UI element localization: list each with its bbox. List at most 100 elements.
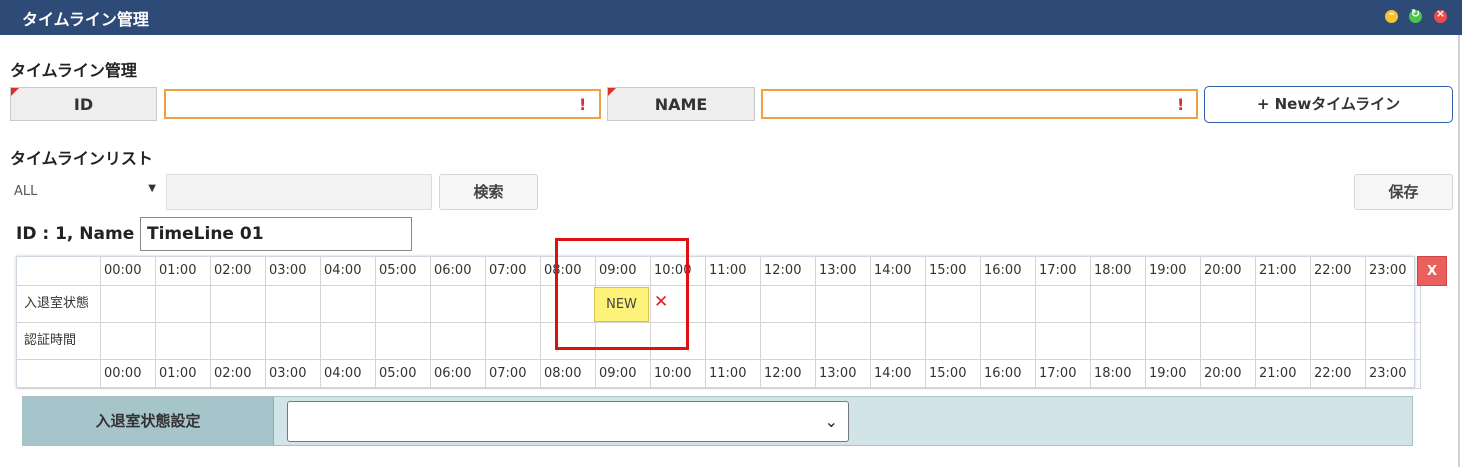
timeline-slot[interactable] <box>156 323 211 360</box>
window-title: タイムライン管理 <box>22 10 149 29</box>
timeline-slot[interactable] <box>376 323 431 360</box>
hour-footer: 08:00 <box>541 360 596 389</box>
save-button[interactable]: 保存 <box>1354 174 1453 210</box>
hour-header: 13:00 <box>816 257 871 286</box>
timeline-slot[interactable] <box>1146 323 1201 360</box>
timeline-slot[interactable] <box>706 286 761 323</box>
id-label-text: ID <box>73 95 94 114</box>
id-input[interactable] <box>164 89 601 119</box>
hour-footer: 13:00 <box>816 360 871 389</box>
hour-header: 19:00 <box>1146 257 1201 286</box>
hour-footer: 18:00 <box>1091 360 1146 389</box>
filter-select[interactable]: ALL ▼ <box>10 175 160 209</box>
timeline-slot[interactable] <box>926 323 981 360</box>
close-icon: × <box>1435 7 1446 20</box>
required-marker <box>608 88 616 96</box>
hour-footer: 05:00 <box>376 360 431 389</box>
timeline-slot[interactable] <box>1201 286 1256 323</box>
timeline-slot[interactable] <box>706 323 761 360</box>
hour-header: 22:00 <box>1311 257 1366 286</box>
status-setting-label: 入退室状態設定 <box>23 397 274 445</box>
hour-footer: 00:00 <box>101 360 156 389</box>
hour-header: 06:00 <box>431 257 486 286</box>
timeline-slot[interactable] <box>1091 286 1146 323</box>
search-input[interactable] <box>166 174 432 210</box>
timeline-slot[interactable] <box>431 323 486 360</box>
hour-footer: 22:00 <box>1311 360 1366 389</box>
timeline-slot[interactable] <box>321 323 376 360</box>
hour-footer: 16:00 <box>981 360 1036 389</box>
timeline-slot[interactable] <box>761 286 816 323</box>
hour-footer: 03:00 <box>266 360 321 389</box>
section-title-list: タイムラインリスト <box>10 149 153 168</box>
timeline-slot[interactable] <box>486 323 541 360</box>
timeline-slot[interactable] <box>1311 323 1366 360</box>
hour-header: 23:00 <box>1366 257 1421 286</box>
timeline-slot[interactable] <box>1036 286 1091 323</box>
minimize-button[interactable]: – <box>1385 7 1398 23</box>
hour-footer: 12:00 <box>761 360 816 389</box>
timeline-slot[interactable] <box>816 323 871 360</box>
timeline-slot[interactable] <box>1256 323 1311 360</box>
name-label-text: NAME <box>654 95 708 114</box>
timeline-name-input[interactable] <box>140 217 412 251</box>
timeline-slot[interactable] <box>1146 286 1201 323</box>
timeline-slot[interactable] <box>1311 286 1366 323</box>
hour-footer: 20:00 <box>1201 360 1256 389</box>
grid-corner <box>17 257 101 286</box>
timeline-slot[interactable] <box>486 286 541 323</box>
hour-footer: 19:00 <box>1146 360 1201 389</box>
timeline-slot[interactable] <box>156 286 211 323</box>
hour-footer: 09:00 <box>596 360 651 389</box>
timeline-slot[interactable] <box>981 323 1036 360</box>
timeline-slot[interactable] <box>1091 323 1146 360</box>
status-setting-row: 入退室状態設定 ⌄ <box>22 396 1413 446</box>
maximize-button[interactable]: ↻ <box>1409 7 1422 23</box>
timeline-slot[interactable] <box>101 286 156 323</box>
name-input[interactable] <box>761 89 1198 119</box>
hour-header: 01:00 <box>156 257 211 286</box>
restore-icon: ↻ <box>1410 7 1421 20</box>
hour-header: 14:00 <box>871 257 926 286</box>
timeline-slot[interactable] <box>266 323 321 360</box>
hour-header: 16:00 <box>981 257 1036 286</box>
hour-footer: 14:00 <box>871 360 926 389</box>
timeline-slot[interactable] <box>926 286 981 323</box>
close-window-button[interactable]: × <box>1434 7 1447 23</box>
timeline-slot[interactable] <box>431 286 486 323</box>
new-timeline-button[interactable]: + Newタイムライン <box>1204 86 1453 123</box>
timeline-slot[interactable] <box>101 323 156 360</box>
hour-header: 11:00 <box>706 257 761 286</box>
hour-footer: 15:00 <box>926 360 981 389</box>
timeline-slot[interactable] <box>376 286 431 323</box>
timeline-slot[interactable] <box>816 286 871 323</box>
timeline-close-button[interactable]: X <box>1417 256 1447 286</box>
timeline-slot[interactable] <box>1366 323 1421 360</box>
hour-footer: 06:00 <box>431 360 486 389</box>
status-setting-select[interactable]: ⌄ <box>287 401 849 442</box>
hour-footer: 17:00 <box>1036 360 1091 389</box>
timeline-slot[interactable] <box>871 286 926 323</box>
timeline-slot[interactable] <box>871 323 926 360</box>
timeline-slot[interactable] <box>321 286 376 323</box>
timeline-slot[interactable] <box>211 286 266 323</box>
timeline-slot[interactable] <box>211 323 266 360</box>
timeline-slot[interactable] <box>1256 286 1311 323</box>
name-warning-icon: ! <box>1177 95 1185 114</box>
scrollbar[interactable] <box>1458 35 1460 467</box>
hour-header: 04:00 <box>321 257 376 286</box>
timeline-slot[interactable] <box>981 286 1036 323</box>
grid-corner <box>17 360 101 389</box>
hour-header: 17:00 <box>1036 257 1091 286</box>
timeline-slot[interactable] <box>1366 286 1421 323</box>
hour-header: 12:00 <box>761 257 816 286</box>
hour-header: 03:00 <box>266 257 321 286</box>
timeline-slot[interactable] <box>266 286 321 323</box>
timeline-slot[interactable] <box>1201 323 1256 360</box>
hour-header: 20:00 <box>1201 257 1256 286</box>
timeline-slot[interactable] <box>761 323 816 360</box>
search-button[interactable]: 検索 <box>439 174 538 210</box>
dropdown-caret-icon: ▼ <box>148 183 156 194</box>
timeline-header: ID : 1, Name : <box>16 224 147 244</box>
timeline-slot[interactable] <box>1036 323 1091 360</box>
